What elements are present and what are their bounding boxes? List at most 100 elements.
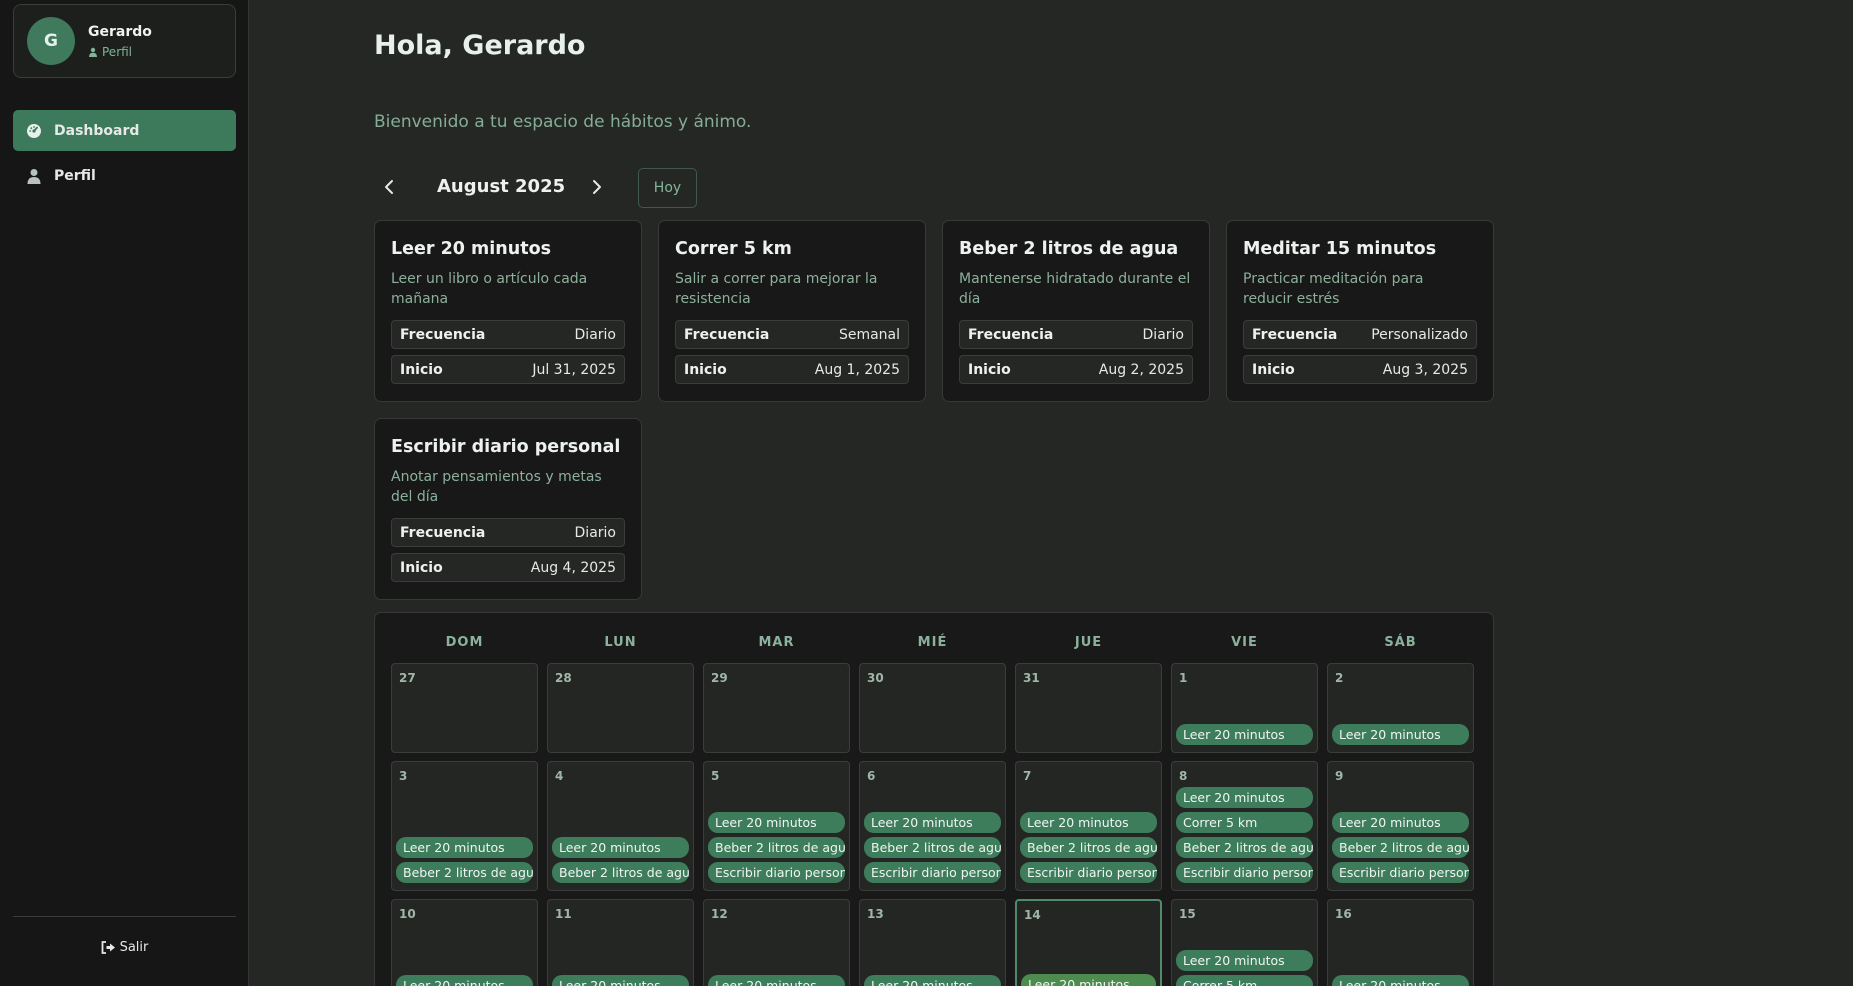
calendar-day[interactable]: 6 Leer 20 minutos Beber 2 litros de agua Es…	[859, 761, 1006, 891]
calendar-day[interactable]: 27	[391, 663, 538, 753]
calendar-day-today[interactable]: 14 Leer 20 minutosBeber 2 litros de agua	[1015, 899, 1162, 986]
start-value: Aug 2, 2025	[1098, 361, 1184, 378]
start-value: Aug 1, 2025	[814, 361, 900, 378]
frequency-value: Diario	[1142, 326, 1184, 343]
habit-card[interactable]: Correr 5 km Salir a correr para mejorar …	[658, 220, 926, 402]
calendar-day[interactable]: 7 Leer 20 minutos Beber 2 litros de agua Es…	[1015, 761, 1162, 891]
start-label: Inicio	[968, 361, 1011, 378]
habit-event-pill[interactable]: Beber 2 litros de agua	[552, 862, 689, 883]
day-events: Leer 20 minutosBeber 2 litros de agua	[1021, 974, 1156, 986]
day-events: Leer 20 minutos	[1176, 724, 1313, 745]
next-month-button[interactable]	[582, 172, 612, 202]
habit-frequency: Frecuencia Semanal	[675, 320, 909, 349]
habit-event-pill[interactable]: Escribir diario personal	[1176, 862, 1313, 883]
habit-frequency: Frecuencia Diario	[391, 320, 625, 349]
calendar-day[interactable]: 13 Leer 20 minutosBeber 2 litros de agua	[859, 899, 1006, 986]
sidebar-item-profile[interactable]: Perfil	[13, 155, 236, 196]
habit-card[interactable]: Escribir diario personal Anotar pensamie…	[374, 418, 642, 600]
habit-event-pill[interactable]: Escribir diario personal	[864, 862, 1001, 883]
habit-event-pill[interactable]: Leer 20 minutos	[708, 812, 845, 833]
calendar-day[interactable]: 2 Leer 20 minutos	[1327, 663, 1474, 753]
calendar-day[interactable]: 12 Leer 20 minutosBeber 2 litros de agua	[703, 899, 850, 986]
logout-button[interactable]: Salir	[0, 940, 249, 955]
calendar-day[interactable]: 9 Leer 20 minutos Beber 2 litros de agua Es…	[1327, 761, 1474, 891]
day-events: Leer 20 minutos Correr 5 km Beber 2 litros…	[1176, 787, 1313, 883]
user-card[interactable]: G Gerardo Perfil	[13, 4, 236, 78]
sidebar-nav: Dashboard Perfil	[13, 110, 236, 200]
habit-event-pill[interactable]: Leer 20 minutos	[1176, 724, 1313, 745]
frequency-value: Diario	[574, 524, 616, 541]
habit-card[interactable]: Meditar 15 minutos Practicar meditación …	[1226, 220, 1494, 402]
habit-event-pill[interactable]: Beber 2 litros de agua	[1020, 837, 1157, 858]
start-value: Aug 4, 2025	[530, 559, 616, 576]
day-events: Leer 20 minutos Beber 2 litros de agua Esc…	[708, 812, 845, 883]
calendar-day[interactable]: 1 Leer 20 minutos	[1171, 663, 1318, 753]
calendar-day[interactable]: 5 Leer 20 minutos Beber 2 litros de agua Es…	[703, 761, 850, 891]
habit-start: Inicio Aug 4, 2025	[391, 553, 625, 582]
calendar-day[interactable]: 16 Leer 20 minutosBeber 2 litros de agua	[1327, 899, 1474, 986]
habit-frequency: Frecuencia Diario	[959, 320, 1193, 349]
chevron-right-icon	[593, 180, 601, 194]
day-number: 8	[1179, 769, 1188, 783]
habit-event-pill[interactable]: Escribir diario personal	[708, 862, 845, 883]
habit-event-pill[interactable]: Beber 2 litros de agua	[1176, 837, 1313, 858]
user-icon	[26, 168, 42, 184]
habit-event-pill[interactable]: Leer 20 minutos	[552, 975, 689, 986]
habit-event-pill[interactable]: Correr 5 km	[1176, 975, 1313, 986]
day-number: 16	[1335, 907, 1352, 921]
frequency-label: Frecuencia	[400, 524, 486, 541]
habit-event-pill[interactable]: Leer 20 minutos	[1176, 787, 1313, 808]
habit-event-pill[interactable]: Leer 20 minutos	[396, 837, 533, 858]
avatar[interactable]: G	[27, 17, 75, 65]
today-button[interactable]: Hoy	[638, 168, 697, 208]
calendar-day[interactable]: 30	[859, 663, 1006, 753]
month-navigation: August 2025 Hoy	[374, 168, 774, 208]
day-number: 4	[555, 769, 564, 783]
habit-event-pill[interactable]: Beber 2 litros de agua	[864, 837, 1001, 858]
habit-event-pill[interactable]: Leer 20 minutos	[396, 975, 533, 986]
day-events: Leer 20 minutosCorrer 5 kmBeber 2 litros…	[1176, 950, 1313, 986]
calendar-day[interactable]: 15Leer 20 minutosCorrer 5 kmBeber 2 litr…	[1171, 899, 1318, 986]
day-number: 7	[1023, 769, 1032, 783]
calendar-day[interactable]: 11 Leer 20 minutosBeber 2 litros de agua	[547, 899, 694, 986]
habit-event-pill[interactable]: Escribir diario personal	[1332, 862, 1469, 883]
day-events: Leer 20 minutosBeber 2 litros de agua	[396, 975, 533, 986]
habit-event-pill[interactable]: Leer 20 minutos	[708, 975, 845, 986]
day-number: 29	[711, 671, 728, 685]
habit-event-pill[interactable]: Beber 2 litros de agua	[708, 837, 845, 858]
calendar-day[interactable]: 3 Leer 20 minutos Beber 2 litros de agua	[391, 761, 538, 891]
habit-event-pill[interactable]: Leer 20 minutos	[864, 812, 1001, 833]
frequency-label: Frecuencia	[400, 326, 486, 343]
calendar-day[interactable]: 29	[703, 663, 850, 753]
habit-event-pill[interactable]: Beber 2 litros de agua	[396, 862, 533, 883]
habit-event-pill[interactable]: Leer 20 minutos	[1332, 812, 1469, 833]
habit-event-pill[interactable]: Leer 20 minutos	[1021, 974, 1156, 986]
day-events: Leer 20 minutos	[1332, 724, 1469, 745]
profile-link-label: Perfil	[102, 44, 133, 59]
habit-card[interactable]: Leer 20 minutos Leer un libro o artículo…	[374, 220, 642, 402]
habit-event-pill[interactable]: Correr 5 km	[1176, 812, 1313, 833]
start-value: Aug 3, 2025	[1382, 361, 1468, 378]
habit-event-pill[interactable]: Leer 20 minutos	[864, 975, 1001, 986]
calendar-day[interactable]: 4 Leer 20 minutos Beber 2 litros de agua	[547, 761, 694, 891]
habit-event-pill[interactable]: Leer 20 minutos	[1020, 812, 1157, 833]
habit-card[interactable]: Beber 2 litros de agua Mantenerse hidrat…	[942, 220, 1210, 402]
habit-event-pill[interactable]: Beber 2 litros de agua	[1332, 837, 1469, 858]
profile-link[interactable]: Perfil	[88, 45, 152, 59]
day-events: Leer 20 minutosBeber 2 litros de agua	[864, 975, 1001, 986]
frequency-label: Frecuencia	[968, 326, 1054, 343]
prev-month-button[interactable]	[374, 172, 404, 202]
habit-event-pill[interactable]: Leer 20 minutos	[552, 837, 689, 858]
calendar-day[interactable]: 28	[547, 663, 694, 753]
habit-event-pill[interactable]: Leer 20 minutos	[1332, 724, 1469, 745]
calendar-day[interactable]: 8 Leer 20 minutos Correr 5 km Beber 2 litro…	[1171, 761, 1318, 891]
calendar-day[interactable]: 31	[1015, 663, 1162, 753]
calendar-day[interactable]: 10 Leer 20 minutosBeber 2 litros de agua	[391, 899, 538, 986]
start-value: Jul 31, 2025	[532, 361, 616, 378]
day-events: Leer 20 minutos Beber 2 litros de agua	[396, 837, 533, 883]
habit-event-pill[interactable]: Leer 20 minutos	[1332, 975, 1469, 986]
habit-event-pill[interactable]: Leer 20 minutos	[1176, 950, 1313, 971]
sidebar-item-dashboard[interactable]: Dashboard	[13, 110, 236, 151]
habit-event-pill[interactable]: Escribir diario personal	[1020, 862, 1157, 883]
user-name: Gerardo	[88, 23, 152, 40]
